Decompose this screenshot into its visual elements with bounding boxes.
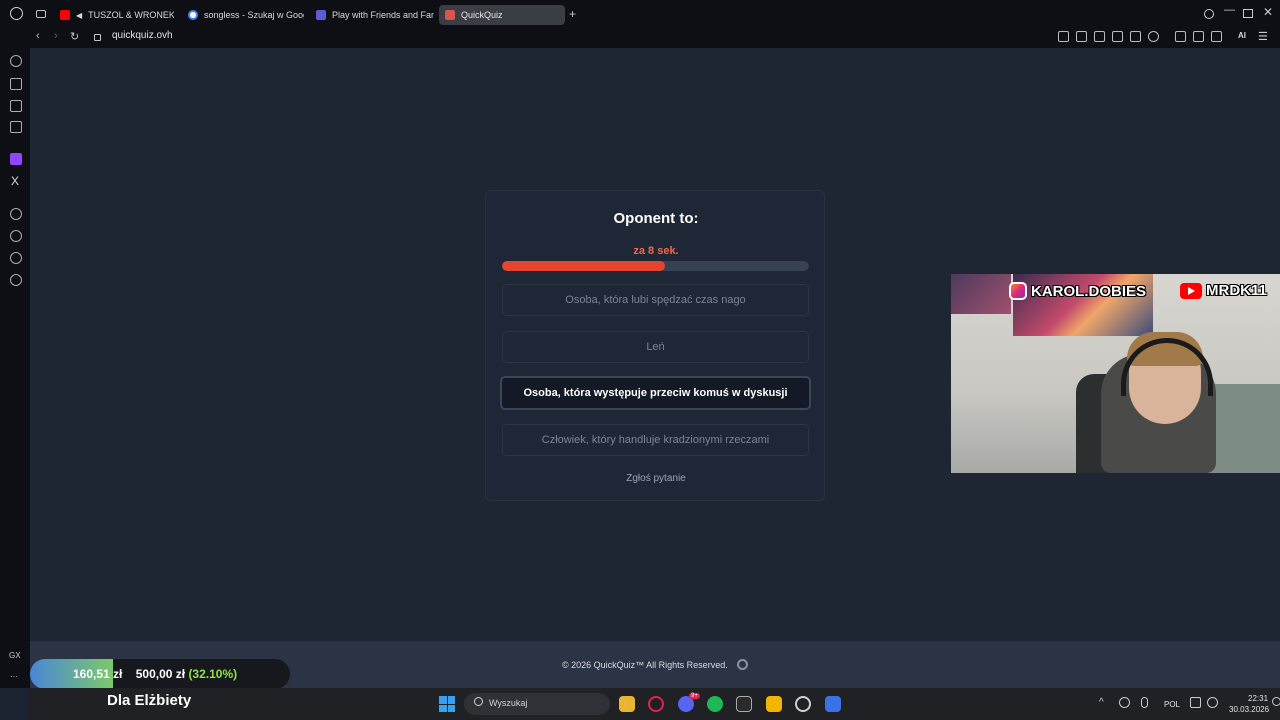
store-icon[interactable] bbox=[10, 78, 22, 90]
tab-workspaces-icon[interactable] bbox=[36, 10, 46, 18]
chatgpt-icon[interactable] bbox=[795, 696, 811, 712]
lock-icon bbox=[94, 34, 101, 41]
translate-icon[interactable] bbox=[1112, 31, 1123, 42]
wall-poster-left bbox=[951, 274, 1011, 314]
network-app-icon[interactable] bbox=[1119, 697, 1130, 708]
vpn-icon[interactable] bbox=[1094, 31, 1105, 42]
play-icon[interactable] bbox=[1130, 31, 1141, 42]
url-field[interactable]: quickquiz.ovh bbox=[112, 30, 173, 41]
forward-icon[interactable]: › bbox=[54, 30, 58, 42]
address-bar: ‹ › ↻ quickquiz.ovh bbox=[0, 28, 1280, 48]
github-icon[interactable] bbox=[737, 659, 748, 670]
tab-label: Play with Friends and Fam bbox=[332, 10, 434, 20]
report-question-link[interactable]: Zgłoś pytanie bbox=[486, 473, 826, 484]
webcam-overlay: KAROL.DOBIES MRDK11 bbox=[951, 274, 1280, 473]
answer-option-2[interactable]: Leń bbox=[502, 331, 809, 363]
game-favicon-icon bbox=[316, 10, 326, 20]
search-icon bbox=[474, 697, 483, 706]
donation-goal-title: Dla Elżbiety bbox=[107, 692, 192, 709]
messenger-icon[interactable] bbox=[10, 121, 22, 133]
answer-option-4[interactable]: Człowiek, który handluje kradzionymi rze… bbox=[502, 424, 809, 456]
youtube-favicon-icon bbox=[60, 10, 70, 20]
donation-percent: (32.10%) bbox=[188, 667, 238, 681]
cards-icon[interactable] bbox=[10, 100, 22, 112]
youtube-handle: MRDK11 bbox=[1206, 282, 1267, 299]
tab-label: TUSZOL & WRONEK - bbox=[88, 10, 174, 20]
instagram-handle: KAROL.DOBIES bbox=[1031, 282, 1147, 300]
gx-label[interactable]: GX bbox=[9, 651, 21, 660]
instagram-icon bbox=[1009, 282, 1027, 300]
answer-option-3[interactable]: Osoba, która występuje przeciw komuś w d… bbox=[500, 376, 811, 410]
more-icon[interactable]: ··· bbox=[10, 672, 18, 681]
speaker-icon: ◀ bbox=[76, 10, 83, 20]
spotify-icon[interactable] bbox=[707, 696, 723, 712]
copyright-text: © 2026 QuickQuiz™ All Rights Reserved. bbox=[562, 660, 728, 670]
epic-games-icon[interactable] bbox=[736, 696, 752, 712]
windows-start-icon[interactable] bbox=[439, 696, 455, 712]
new-tab-button[interactable]: + bbox=[569, 7, 576, 21]
tray-chevron-icon[interactable]: ^ bbox=[1099, 697, 1104, 708]
twitch-icon[interactable] bbox=[10, 153, 22, 165]
tab-label: QuickQuiz bbox=[461, 10, 503, 20]
clock-date[interactable]: 30.03.2026 bbox=[1229, 705, 1269, 714]
windows-taskbar: Wyszukaj 9+ ^ POL 22:31 30.03.2026 bbox=[30, 688, 1280, 720]
heart-icon[interactable] bbox=[1148, 31, 1159, 42]
snapshot-icon[interactable] bbox=[1076, 31, 1087, 42]
back-icon[interactable]: ‹ bbox=[36, 30, 40, 42]
search-placeholder: Wyszukaj bbox=[489, 698, 528, 708]
extensions-sidebar-icon[interactable] bbox=[10, 252, 22, 264]
google-favicon-icon bbox=[188, 10, 198, 20]
reload-icon[interactable]: ↻ bbox=[70, 30, 79, 43]
tab-quickquiz[interactable]: QuickQuiz bbox=[439, 5, 565, 25]
roblox-icon[interactable] bbox=[825, 696, 841, 712]
pin-icon[interactable] bbox=[1058, 31, 1069, 42]
question-card: Oponent to: za 8 sek. Osoba, która lubi … bbox=[485, 190, 825, 501]
quickquiz-favicon-icon bbox=[445, 10, 455, 20]
language-indicator[interactable]: POL bbox=[1164, 700, 1180, 709]
sidebar: X GX ··· bbox=[0, 48, 30, 688]
tab-songless[interactable]: songless - Szukaj w Goog bbox=[182, 5, 304, 25]
donation-goal-bar: 160,51 zł 500,00 zł (32.10%) bbox=[30, 659, 290, 689]
download-icon[interactable] bbox=[1211, 31, 1222, 42]
youtube-watermark: MRDK11 bbox=[1180, 282, 1267, 299]
youtube-icon bbox=[1180, 282, 1202, 299]
maximize-icon[interactable] bbox=[1243, 9, 1253, 18]
player-icon[interactable] bbox=[10, 208, 22, 220]
countdown-timer: za 8 sek. bbox=[633, 245, 679, 257]
donation-text: 160,51 zł 500,00 zł (32.10%) bbox=[73, 667, 237, 681]
minimize-icon[interactable]: — bbox=[1224, 4, 1235, 16]
donation-goal: 500,00 zł bbox=[135, 667, 186, 681]
instagram-watermark: KAROL.DOBIES bbox=[1009, 282, 1146, 300]
time-progress-fill bbox=[502, 261, 665, 271]
aria-ai-button[interactable]: AI bbox=[1238, 31, 1246, 40]
answer-option-1[interactable]: Osoba, która lubi spędzać czas nago bbox=[502, 284, 809, 316]
x-twitter-icon[interactable]: X bbox=[11, 174, 19, 188]
time-progress-bar bbox=[502, 261, 809, 271]
speed-dial-icon[interactable] bbox=[10, 55, 22, 67]
file-explorer-icon[interactable] bbox=[619, 696, 635, 712]
extensions-icon[interactable] bbox=[1175, 31, 1186, 42]
search-tabs-icon[interactable] bbox=[1204, 9, 1214, 19]
browser-tab-bar: ◀ TUSZOL & WRONEK - songless - Szukaj w … bbox=[0, 0, 1280, 28]
tab-tuszol[interactable]: ◀ TUSZOL & WRONEK - bbox=[54, 5, 174, 25]
tab-label: songless - Szukaj w Goog bbox=[204, 10, 304, 20]
history-icon[interactable] bbox=[10, 230, 22, 242]
settings-icon[interactable] bbox=[10, 274, 22, 286]
volume-icon[interactable] bbox=[1207, 697, 1218, 708]
question-title: Oponent to: bbox=[613, 210, 699, 227]
opera-menu-icon[interactable] bbox=[10, 7, 23, 20]
taskbar-search[interactable]: Wyszukaj bbox=[464, 693, 610, 715]
tab-play-with-friends[interactable]: Play with Friends and Fam bbox=[310, 5, 434, 25]
notification-bell-icon[interactable] bbox=[1272, 697, 1280, 706]
display-icon[interactable] bbox=[1190, 697, 1201, 708]
clock-time[interactable]: 22:31 bbox=[1248, 694, 1268, 703]
opera-gx-icon[interactable] bbox=[648, 696, 664, 712]
easy-setup-icon[interactable]: ☰ bbox=[1258, 30, 1268, 43]
close-icon[interactable]: ✕ bbox=[1263, 5, 1273, 19]
rockstar-icon[interactable] bbox=[766, 696, 782, 712]
donation-current: 160,51 zł bbox=[73, 667, 123, 681]
wallet-icon[interactable] bbox=[1193, 31, 1204, 42]
microphone-icon[interactable] bbox=[1141, 697, 1148, 708]
discord-badge: 9+ bbox=[689, 693, 700, 699]
